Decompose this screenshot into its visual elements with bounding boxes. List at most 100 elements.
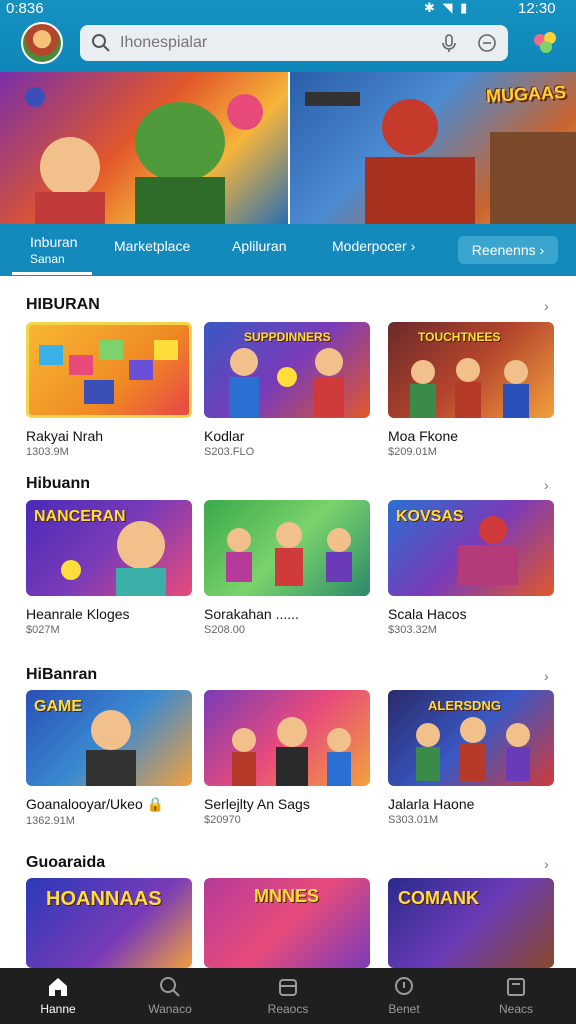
game-card[interactable]: MNNES bbox=[204, 878, 370, 968]
thumbnail-title: GAME bbox=[34, 698, 82, 715]
game-name: Scala Hacos bbox=[388, 606, 467, 622]
thumbnail-title: NANCERAN bbox=[34, 508, 126, 525]
game-name: Serlejlty An Sags bbox=[204, 796, 310, 812]
nav-search[interactable]: Wanaco bbox=[130, 976, 210, 1016]
thumbnail-title: COMANK bbox=[398, 888, 479, 908]
tab-label: Apliluran bbox=[232, 238, 287, 254]
status-clock: 12:30 bbox=[518, 0, 556, 17]
game-name: Goanalooyar/Ukeo 🔒 bbox=[26, 796, 165, 812]
nav-label: Wanaco bbox=[148, 1002, 192, 1016]
banner-title: MUGAAS bbox=[485, 81, 567, 107]
tab-sublabel: Sanan bbox=[30, 252, 65, 266]
section-more-chevron[interactable]: › bbox=[544, 477, 549, 493]
game-card[interactable]: GAME Goanalooyar/Ukeo 🔒 1362.91M bbox=[26, 690, 192, 827]
game-thumbnail[interactable]: TOUCHTNEES bbox=[388, 322, 554, 418]
nav-library[interactable]: Reaocs bbox=[248, 976, 328, 1016]
banner-art-left[interactable] bbox=[0, 72, 288, 224]
game-card[interactable]: ALERSDNG Jalarla Haone S303.01M bbox=[388, 690, 554, 826]
nav-label: Neacs bbox=[498, 1002, 533, 1016]
game-thumbnail[interactable] bbox=[204, 690, 370, 786]
nav-label: Benet bbox=[388, 1002, 420, 1016]
nav-home[interactable]: Hanne bbox=[18, 976, 98, 1016]
game-thumbnail[interactable]: KOVSAS bbox=[388, 500, 554, 596]
status-bar: 0:836 ✱ ◥ ▮ 12:30 bbox=[0, 0, 576, 18]
section-more-chevron[interactable]: › bbox=[544, 668, 549, 684]
thumbnail-title: MNNES bbox=[254, 886, 320, 906]
bottom-nav: Hanne Wanaco Reaocs Benet Neacs bbox=[0, 968, 576, 1024]
active-tab-indicator bbox=[12, 272, 92, 275]
section-more-chevron[interactable]: › bbox=[544, 298, 549, 314]
status-icons: ✱ ◥ ▮ bbox=[424, 0, 470, 15]
game-card[interactable]: Rakyai Nrah 1303.9M bbox=[26, 322, 192, 458]
game-name: Jalarla Haone bbox=[388, 796, 475, 812]
app-header: 0:836 ✱ ◥ ▮ 12:30 bbox=[0, 0, 576, 72]
game-card[interactable]: Sorakahan ...... S208.00 bbox=[204, 500, 370, 636]
section-title: Hibuann bbox=[26, 475, 90, 492]
game-name: Moa Fkone bbox=[388, 428, 459, 444]
game-thumbnail[interactable] bbox=[26, 322, 192, 418]
home-icon bbox=[49, 978, 67, 996]
game-thumbnail[interactable]: COMANK bbox=[388, 878, 554, 968]
banner-art-right[interactable]: MUGAAS bbox=[290, 72, 576, 224]
game-card[interactable]: KOVSAS Scala Hacos $303.32M bbox=[388, 500, 554, 636]
game-name: Sorakahan ...... bbox=[204, 606, 299, 622]
heroes-art bbox=[226, 522, 352, 586]
section-title: Guoaraida bbox=[26, 854, 106, 871]
game-card[interactable]: HOANNAAS bbox=[26, 878, 192, 968]
section-title: HiBanran bbox=[26, 666, 98, 683]
heroes-art bbox=[232, 717, 351, 786]
tab-label: Reenenns › bbox=[471, 242, 545, 258]
notification-icon[interactable] bbox=[530, 28, 560, 58]
banner-characters-left bbox=[25, 87, 263, 224]
game-thumbnail[interactable]: HOANNAAS bbox=[26, 878, 192, 968]
status-time: 0:836 bbox=[6, 0, 44, 17]
tab-apliluran[interactable]: Apliluran bbox=[232, 238, 286, 254]
game-size: $20970 bbox=[204, 814, 241, 826]
game-thumbnail[interactable]: MNNES bbox=[204, 878, 370, 968]
avatar[interactable] bbox=[21, 22, 63, 64]
tab-label: Inburan bbox=[30, 234, 78, 250]
tab-label: Marketplace bbox=[114, 238, 191, 254]
game-size: $209.01M bbox=[388, 446, 437, 458]
game-size: S208.00 bbox=[204, 624, 245, 636]
game-card[interactable]: NANCERAN Heanrale Kloges $027M bbox=[26, 500, 192, 636]
tab-moderpocer[interactable]: Moderpocer › bbox=[332, 238, 415, 254]
game-name: Rakyai Nrah bbox=[26, 428, 104, 444]
game-thumbnail[interactable]: NANCERAN bbox=[26, 500, 192, 596]
library-icon bbox=[279, 979, 297, 996]
search-icon bbox=[160, 977, 180, 997]
section-more-chevron[interactable]: › bbox=[544, 856, 549, 872]
mic-icon[interactable] bbox=[438, 32, 460, 54]
nav-label: Reaocs bbox=[267, 1002, 309, 1016]
game-thumbnail[interactable]: SUPPDINNERS bbox=[204, 322, 370, 418]
game-size: 1362.91M bbox=[26, 815, 75, 827]
thumbnail-title: SUPPDINNERS bbox=[244, 330, 331, 344]
thumbnail-title: KOVSAS bbox=[396, 508, 464, 525]
game-size: S303.01M bbox=[388, 814, 439, 826]
tab-inburan[interactable]: Inburan Sanan bbox=[30, 234, 77, 266]
tab-marketplace[interactable]: Marketplace bbox=[114, 238, 190, 254]
game-thumbnail[interactable]: ALERSDNG bbox=[388, 690, 554, 786]
thumbnail-title: HOANNAAS bbox=[46, 888, 162, 910]
activity-icon bbox=[395, 977, 413, 995]
game-card[interactable]: COMANK bbox=[388, 878, 554, 968]
nav-news[interactable]: Neacs bbox=[476, 976, 556, 1016]
game-thumbnail[interactable] bbox=[204, 500, 370, 596]
game-thumbnail[interactable]: GAME bbox=[26, 690, 192, 786]
search-bar[interactable] bbox=[80, 25, 508, 61]
news-icon bbox=[507, 978, 525, 996]
tab-reenenns[interactable]: Reenenns › bbox=[458, 236, 558, 264]
game-card[interactable]: Serlejlty An Sags $20970 bbox=[204, 690, 370, 826]
search-icon bbox=[92, 34, 110, 52]
thumbnail-title: TOUCHTNEES bbox=[418, 330, 501, 344]
featured-banner[interactable]: MUGAAS bbox=[0, 72, 576, 224]
scan-icon[interactable] bbox=[476, 32, 498, 54]
search-input[interactable] bbox=[118, 30, 438, 56]
game-card[interactable]: TOUCHTNEES Moa Fkone $209.01M bbox=[388, 322, 554, 458]
game-name: Heanrale Kloges bbox=[26, 606, 130, 622]
game-size: $303.32M bbox=[388, 624, 437, 636]
nav-activity[interactable]: Benet bbox=[364, 976, 444, 1016]
game-card[interactable]: SUPPDINNERS Kodlar S203.FLO bbox=[204, 322, 370, 458]
section-title: HIBURAN bbox=[26, 296, 100, 313]
game-size: 1303.9M bbox=[26, 446, 69, 458]
